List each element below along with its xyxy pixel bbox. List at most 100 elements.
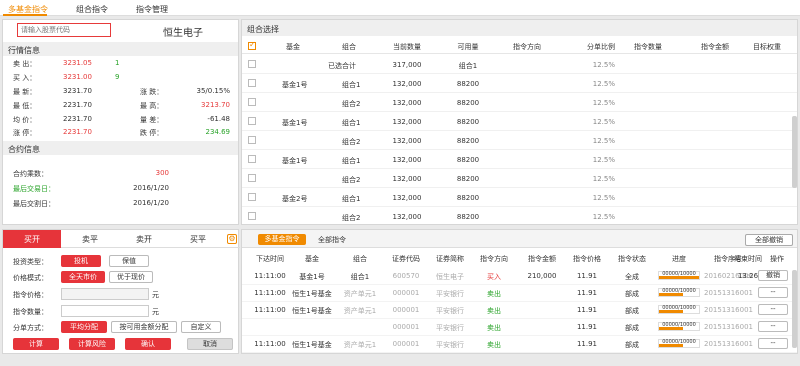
combo-row[interactable]: 组合2 132,000 88200 12.5% (242, 93, 797, 112)
orders-header-cell: 指令方向 (480, 255, 508, 263)
split-mode-label: 分单方式： (13, 324, 48, 332)
order-price: 11.91 (576, 323, 598, 331)
calculate-risk-button[interactable]: 计算风险 (69, 338, 115, 350)
order-price-input[interactable] (61, 288, 149, 300)
speculation-button[interactable]: 投机 (61, 255, 101, 267)
combo-row[interactable]: 组合2 132,000 88200 12.5% (242, 169, 797, 188)
order-code: 000001 (392, 340, 420, 348)
row-checkbox[interactable] (248, 155, 256, 163)
order-seq: 20151316001 (704, 340, 753, 348)
gear-icon[interactable]: ⚙ (227, 234, 237, 244)
contract-label: 最后交易日： (13, 185, 55, 193)
tab-sell-close[interactable]: 卖平 (63, 234, 117, 245)
split-custom-button[interactable]: 自定义 (181, 321, 221, 333)
combo-row[interactable]: 组合2 132,000 88200 12.5% (242, 131, 797, 150)
stock-search-input[interactable] (17, 23, 111, 37)
order-price: 11.91 (576, 340, 598, 348)
progress-fill (659, 293, 683, 296)
order-dir: 卖出 (487, 341, 501, 349)
progress-fill (659, 327, 683, 330)
row-checkbox[interactable] (248, 60, 256, 68)
tab-sell-open[interactable]: 卖开 (117, 234, 171, 245)
row-checkbox[interactable] (248, 212, 256, 220)
combo-row[interactable]: 基金1号 组合1 132,000 88200 12.5% (242, 74, 797, 93)
select-all-checkbox[interactable]: ✓ (248, 40, 256, 50)
tab-order-manage[interactable]: 指令管理 (136, 4, 168, 15)
combo-group: 组合2 (342, 176, 361, 184)
combo-ratio: 12.5% (592, 175, 615, 183)
quote-label: 卖 出： (13, 60, 37, 68)
orders-header-cell: 指令状态 (618, 255, 646, 263)
tab-buy-open[interactable]: 买开 (3, 230, 61, 248)
split-average-button[interactable]: 平均分配 (61, 321, 107, 333)
order-qty-input[interactable] (61, 305, 149, 317)
order-qty-label: 指令数量： (13, 308, 48, 316)
order-progress: 00000/10000 (658, 305, 700, 314)
row-checkbox[interactable] (248, 193, 256, 201)
row-checkbox[interactable] (248, 98, 256, 106)
order-group: 资产单元1 (343, 307, 377, 315)
order-status: 部成 (625, 341, 639, 349)
calculate-button[interactable]: 计算 (13, 338, 59, 350)
row-checkbox[interactable] (248, 117, 256, 125)
order-code: 000001 (392, 289, 420, 297)
stock-name: 恒生电子 (163, 28, 203, 39)
order-row[interactable]: 11:11:00 恒生1号基金 资产单元1 000001 平安银行 卖出 11.91 部成 00… (242, 336, 797, 353)
combo-qty: 132,000 (392, 194, 422, 202)
row-checkbox[interactable] (248, 79, 256, 87)
combo-avail: 88200 (456, 156, 480, 164)
combo-group: 组合2 (342, 138, 361, 146)
invest-type-label: 投资类型： (13, 258, 48, 266)
combo-row[interactable]: 基金1号 组合1 132,000 88200 12.5% (242, 112, 797, 131)
order-code: 000001 (392, 323, 420, 331)
quote-volume: 9 (115, 73, 120, 81)
order-row[interactable]: 11:11:00 基金1号 组合1 600570 恒生电子 买入 210,000 11.91 全… (242, 268, 797, 285)
split-by-available-button[interactable]: 按可用金额分配 (111, 321, 177, 333)
quote-label: 涨 停： (13, 129, 37, 137)
quote-value: 2231.70 (63, 101, 92, 109)
full-day-market-price-button[interactable]: 全天市价 (61, 271, 105, 283)
order-op-button[interactable]: -- (758, 321, 788, 332)
combo-qty: 132,000 (392, 80, 422, 88)
tab-buy-close[interactable]: 买平 (171, 234, 225, 245)
order-row[interactable]: 000001 平安银行 卖出 11.91 部成 00000/10000 2015131600… (242, 319, 797, 336)
order-dir: 卖出 (487, 290, 501, 298)
orders-panel: 多基金指令 全部指令 全部撤销 下达时间 基金 组合 证券代码 证券简称 指令方向 指令金额… (241, 229, 798, 354)
hedge-button[interactable]: 保值 (109, 255, 149, 267)
row-checkbox[interactable] (248, 136, 256, 144)
combo-avail: 88200 (456, 118, 480, 126)
order-op-button[interactable]: -- (758, 338, 788, 349)
tab-group-order[interactable]: 组合指令 (76, 4, 108, 15)
combo-header-cell: 基金 (286, 43, 300, 51)
combo-row[interactable]: 基金2号 组合1 132,000 88200 12.5% (242, 188, 797, 207)
combo-row[interactable]: 已选合计 317,000 组合1 12.5% (242, 55, 797, 74)
row-checkbox[interactable] (248, 174, 256, 182)
order-op-button[interactable]: -- (758, 287, 788, 298)
quote-value-2: -61.48 (207, 115, 230, 123)
cancel-button[interactable]: 取消 (187, 338, 233, 350)
orders-header-cell: 指令金额 (528, 255, 556, 263)
combo-row[interactable]: 基金1号 组合1 132,000 88200 12.5% (242, 150, 797, 169)
order-op-button[interactable]: -- (758, 304, 788, 315)
combo-row[interactable]: 组合2 132,000 88200 12.5% (242, 207, 797, 224)
combo-ratio: 12.5% (592, 213, 615, 221)
order-op-button[interactable]: 撤销 (758, 270, 788, 281)
confirm-button[interactable]: 确认 (125, 338, 171, 350)
order-fund: 恒生1号基金 (292, 341, 332, 349)
order-row[interactable]: 11:11:00 恒生1号基金 资产单元1 000001 平安银行 卖出 11.91 部成 00… (242, 302, 797, 319)
order-name: 平安银行 (436, 341, 464, 349)
tab-all-orders[interactable]: 全部指令 (318, 235, 346, 245)
contract-value: 2016/1/20 (133, 199, 169, 207)
better-than-current-button[interactable]: 优于现价 (109, 271, 153, 283)
contract-value: 2016/1/20 (133, 184, 169, 192)
order-row[interactable]: 11:11:00 恒生1号基金 资产单元1 000001 平安银行 卖出 11.91 部成 00… (242, 285, 797, 302)
cancel-all-button[interactable]: 全部撤销 (745, 234, 793, 246)
combo-group: 组合2 (342, 214, 361, 222)
order-fund: 恒生1号基金 (292, 307, 332, 315)
tab-multi-fund-orders[interactable]: 多基金指令 (258, 234, 306, 245)
combo-scrollbar[interactable] (792, 116, 797, 188)
order-group: 资产单元1 (343, 341, 377, 349)
combo-avail: 88200 (456, 137, 480, 145)
order-dir: 卖出 (487, 324, 501, 332)
orders-scrollbar[interactable] (792, 270, 797, 348)
